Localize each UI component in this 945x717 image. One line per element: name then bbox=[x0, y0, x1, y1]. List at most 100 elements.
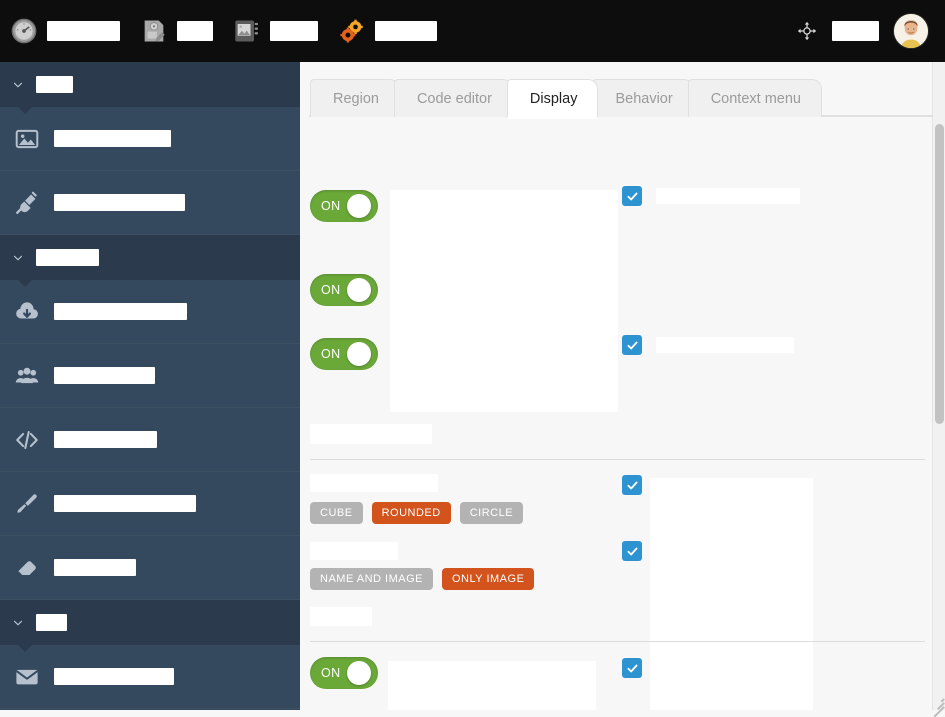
user-avatar-icon bbox=[894, 14, 928, 48]
tab-label-code-editor: Code editor bbox=[417, 91, 492, 107]
display-option-name-and-image[interactable]: NAME AND IMAGE bbox=[310, 568, 433, 590]
disk-edit-icon bbox=[140, 17, 168, 45]
toggle-knob-2 bbox=[347, 278, 371, 302]
sidebar-item-image[interactable] bbox=[0, 107, 300, 171]
toggle-knob-3 bbox=[347, 342, 371, 366]
sidebar-group-header-2[interactable] bbox=[0, 235, 300, 280]
toggle-label-2: ON bbox=[321, 283, 341, 297]
nav-label-disk bbox=[177, 21, 213, 41]
users-icon bbox=[14, 363, 40, 389]
sidebar-item-code[interactable] bbox=[0, 408, 300, 472]
sidebar-group-label-1 bbox=[36, 76, 73, 93]
sidebar-item-eraser[interactable] bbox=[0, 536, 300, 600]
main-content-panel: Region Code editor Display Behavior Cont… bbox=[300, 62, 945, 710]
check-icon bbox=[626, 479, 639, 492]
checkbox-3[interactable] bbox=[622, 475, 642, 495]
sidebar-item-label-users bbox=[54, 367, 155, 384]
topbar-right-group bbox=[796, 13, 945, 49]
nav-item-disk[interactable] bbox=[130, 0, 223, 62]
code-icon bbox=[14, 427, 40, 453]
checkbox-row-4 bbox=[622, 541, 642, 561]
checkbox-row-1 bbox=[622, 186, 800, 206]
checkbox-row-2 bbox=[622, 335, 794, 355]
section-divider-2 bbox=[310, 641, 925, 642]
toggle-label-1: ON bbox=[321, 199, 341, 213]
tab-region[interactable]: Region bbox=[310, 79, 400, 117]
tab-label-display: Display bbox=[530, 91, 578, 107]
settings-scroll-area: ON ON ON bbox=[300, 117, 945, 710]
toggle-knob-4 bbox=[347, 661, 371, 685]
section-heading-2 bbox=[310, 607, 372, 626]
toggle-knob-1 bbox=[347, 194, 371, 218]
sidebar-item-users[interactable] bbox=[0, 344, 300, 408]
nav-label-gallery bbox=[270, 21, 318, 41]
checkbox-5[interactable] bbox=[622, 658, 642, 678]
nav-item-settings[interactable] bbox=[328, 0, 447, 62]
tab-display[interactable]: Display bbox=[507, 79, 599, 117]
envelope-icon bbox=[14, 664, 40, 690]
gears-icon bbox=[338, 17, 366, 45]
setting-row-2: ON bbox=[310, 274, 378, 306]
toggle-switch-3[interactable]: ON bbox=[310, 338, 378, 370]
checkbox-label-2 bbox=[656, 337, 794, 353]
check-icon bbox=[626, 662, 639, 675]
checkbox-2[interactable] bbox=[622, 335, 642, 355]
shape-option-circle[interactable]: CIRCLE bbox=[460, 502, 523, 524]
setting-row-4: ON bbox=[310, 657, 378, 689]
display-option-group: NAME AND IMAGE ONLY IMAGE bbox=[310, 568, 543, 590]
sidebar bbox=[0, 62, 300, 710]
check-icon bbox=[626, 339, 639, 352]
shape-option-cube[interactable]: CUBE bbox=[310, 502, 363, 524]
vertical-scrollbar-track[interactable] bbox=[932, 62, 945, 710]
sidebar-group-header-3[interactable] bbox=[0, 600, 300, 645]
toggle-switch-1[interactable]: ON bbox=[310, 190, 378, 222]
display-option-only-image[interactable]: ONLY IMAGE bbox=[442, 568, 534, 590]
sidebar-item-label-code bbox=[54, 431, 157, 448]
tab-bar: Region Code editor Display Behavior Cont… bbox=[300, 62, 945, 117]
vertical-scrollbar-thumb[interactable] bbox=[935, 124, 944, 424]
shape-option-rounded[interactable]: ROUNDED bbox=[372, 502, 451, 524]
tab-label-behavior: Behavior bbox=[615, 91, 672, 107]
eraser-icon bbox=[14, 555, 40, 581]
toggle-switch-2[interactable]: ON bbox=[310, 274, 378, 306]
checkbox-4[interactable] bbox=[622, 541, 642, 561]
sidebar-item-label-eraser bbox=[54, 559, 136, 576]
sidebar-item-download[interactable] bbox=[0, 280, 300, 344]
toggle-label-3: ON bbox=[321, 347, 341, 361]
check-icon bbox=[626, 190, 639, 203]
sidebar-item-theme[interactable] bbox=[0, 472, 300, 536]
sidebar-item-mail[interactable] bbox=[0, 645, 300, 709]
sidebar-group-header-1[interactable] bbox=[0, 62, 300, 107]
sidebar-group-label-3 bbox=[36, 614, 67, 631]
tab-label-region: Region bbox=[333, 91, 379, 107]
nav-item-dashboard[interactable] bbox=[0, 0, 130, 62]
nav-item-gallery[interactable] bbox=[223, 0, 328, 62]
section-heading-1 bbox=[310, 424, 432, 444]
tab-code-editor[interactable]: Code editor bbox=[394, 79, 513, 117]
tab-context-menu[interactable]: Context menu bbox=[688, 79, 822, 117]
field-label-shape bbox=[310, 474, 438, 492]
tab-behavior[interactable]: Behavior bbox=[592, 79, 693, 117]
sidebar-item-label-plugin bbox=[54, 194, 185, 211]
chevron-down-icon bbox=[12, 617, 24, 629]
resize-handle[interactable] bbox=[928, 693, 944, 709]
topbar-user-label bbox=[832, 21, 879, 41]
avatar[interactable] bbox=[893, 13, 929, 49]
plug-icon bbox=[14, 190, 40, 216]
sidebar-item-label-download bbox=[54, 303, 187, 320]
chevron-down-icon bbox=[12, 252, 24, 264]
section-divider-1 bbox=[310, 459, 925, 460]
redacted-preview-block-2 bbox=[650, 478, 813, 710]
sidebar-item-label-mail bbox=[54, 668, 174, 685]
checkbox-1[interactable] bbox=[622, 186, 642, 206]
brush-icon bbox=[14, 491, 40, 517]
camera-icon bbox=[233, 17, 261, 45]
sidebar-item-plugin[interactable] bbox=[0, 171, 300, 235]
redacted-preview-block-1 bbox=[390, 190, 618, 412]
shape-option-group: CUBE ROUNDED CIRCLE bbox=[310, 502, 532, 524]
toggle-label-4: ON bbox=[321, 666, 341, 680]
move-crosshair-icon[interactable] bbox=[796, 20, 818, 42]
toggle-switch-4[interactable]: ON bbox=[310, 657, 378, 689]
checkbox-row-5 bbox=[622, 658, 642, 678]
checkbox-row-3 bbox=[622, 475, 642, 495]
